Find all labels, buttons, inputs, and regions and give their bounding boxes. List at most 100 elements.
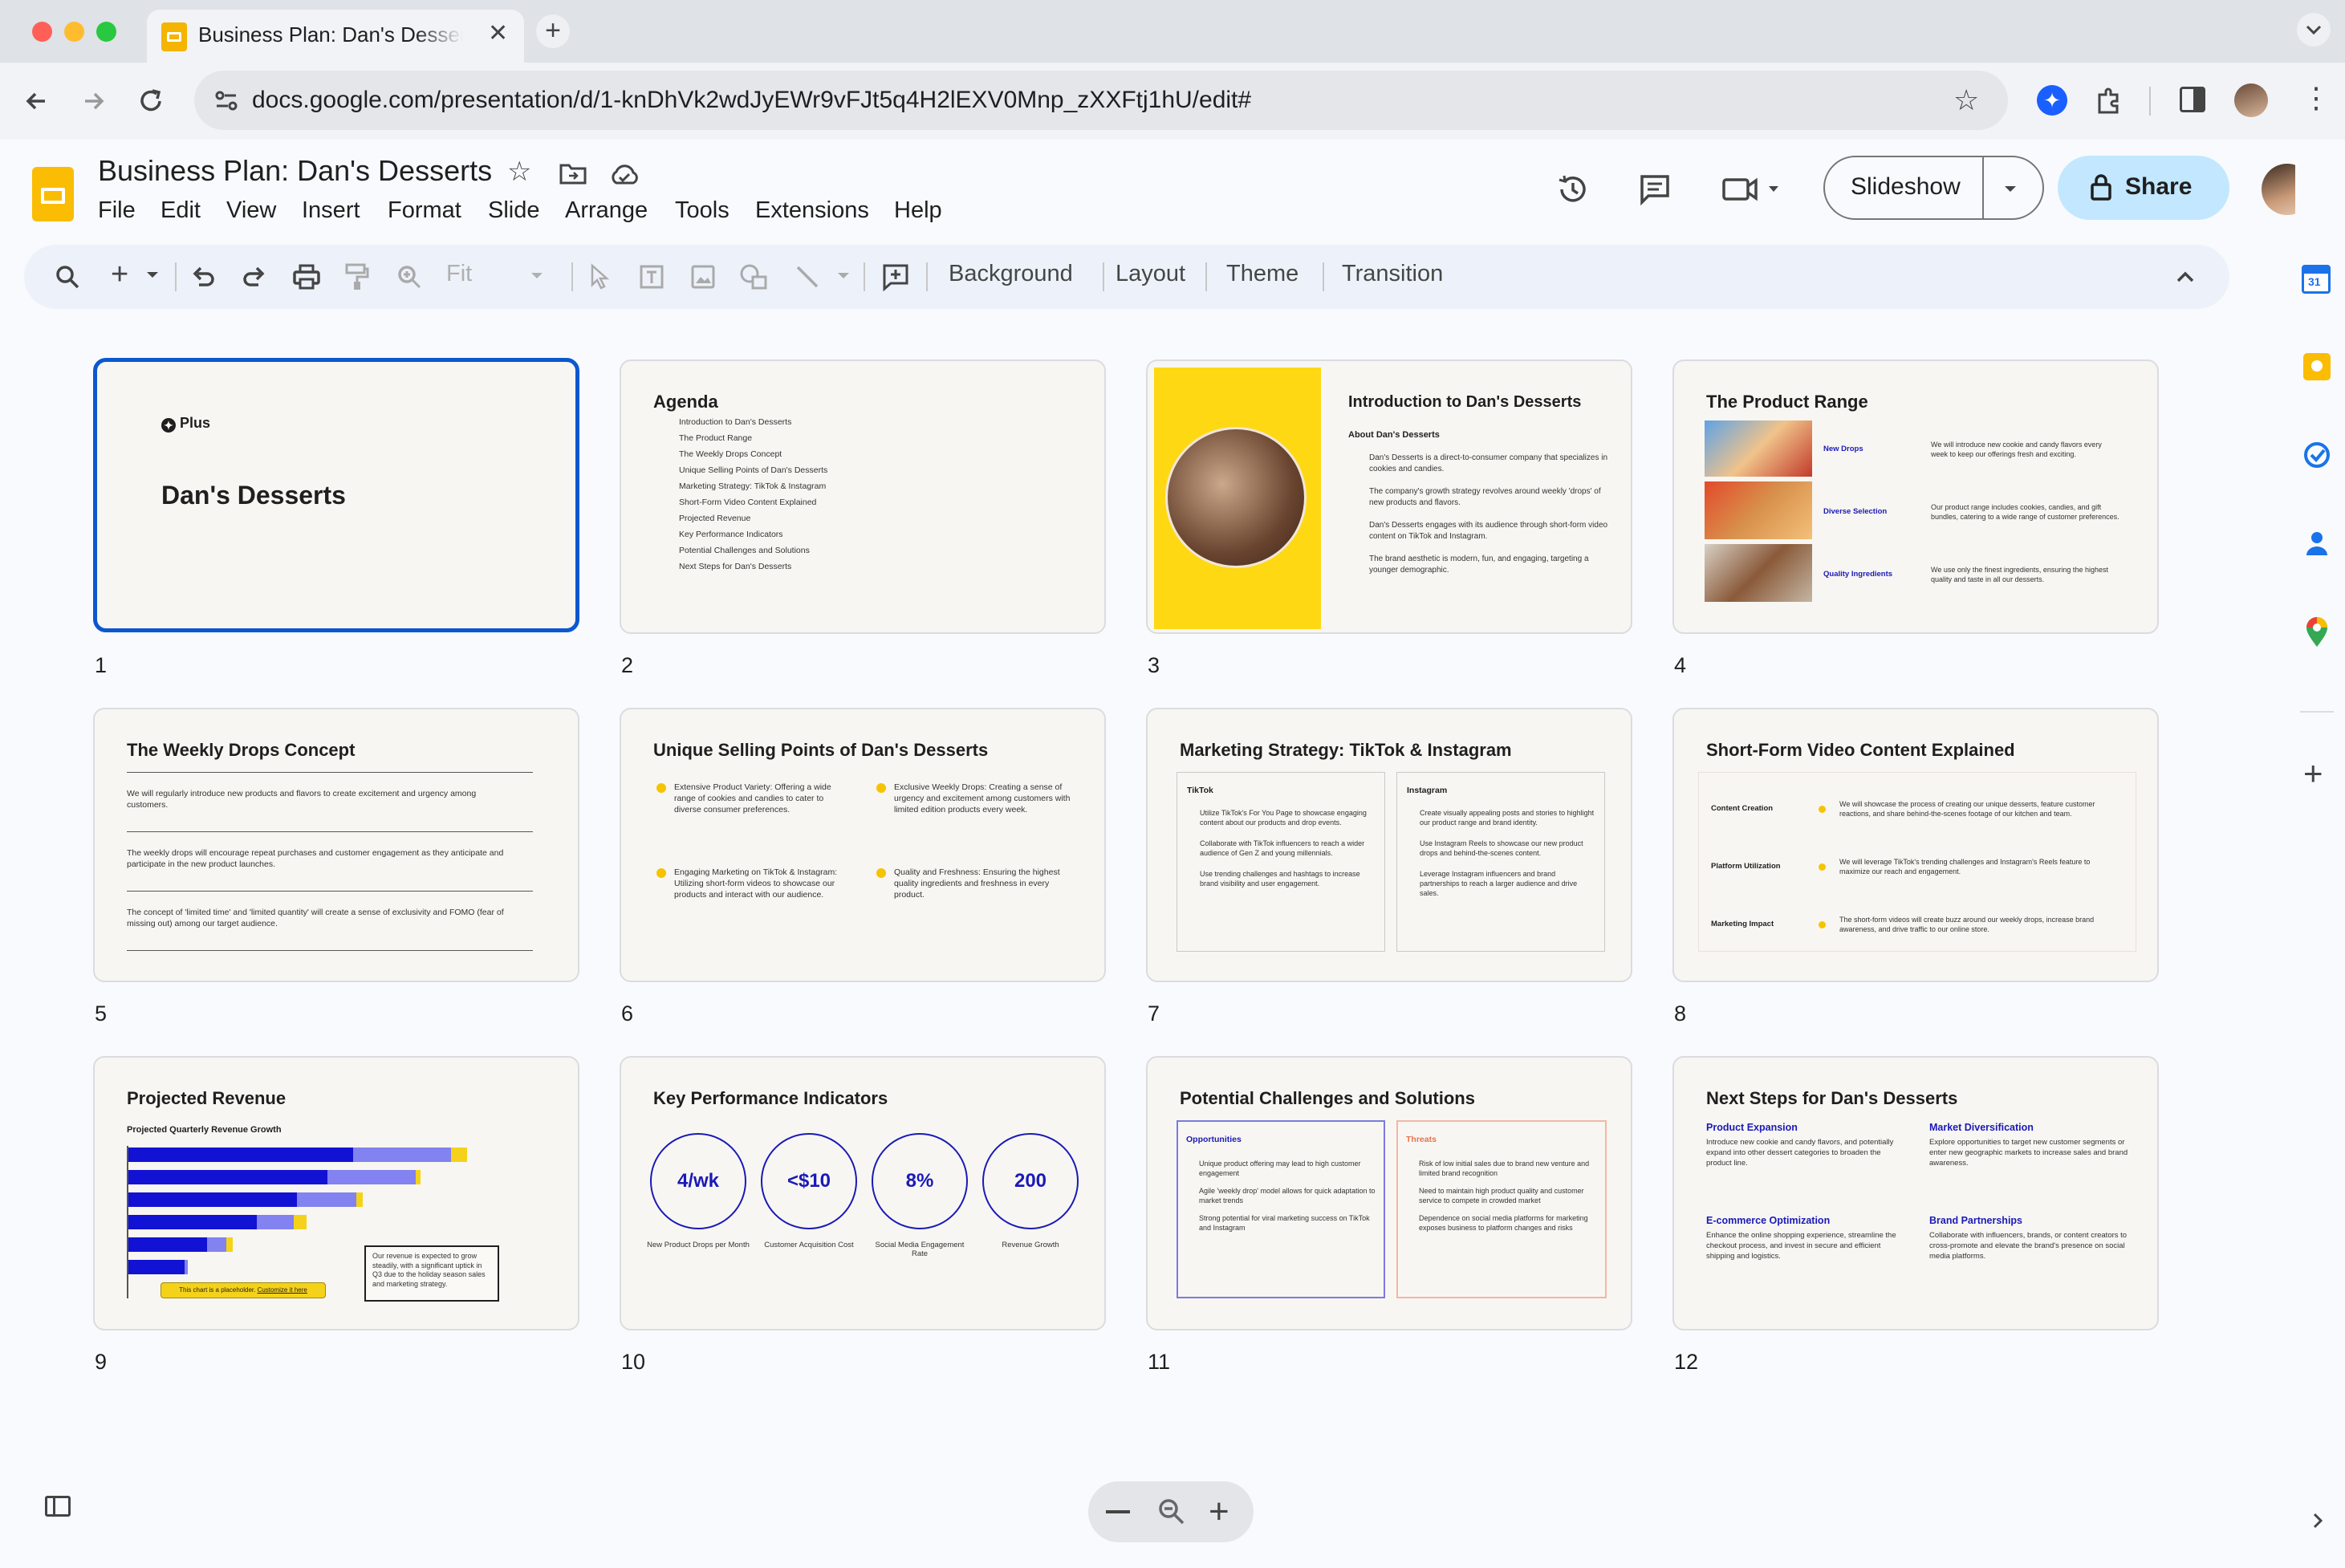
minimize-window-button[interactable] [64,22,84,42]
keep-icon[interactable] [2303,353,2331,380]
address-bar[interactable]: docs.google.com/presentation/d/1-knDhVk2… [194,71,2008,130]
divider-line [127,891,533,892]
extension-icon[interactable]: ✦ [2037,85,2067,116]
theme-button[interactable]: Theme [1226,261,1298,287]
slide-thumbnail-7[interactable]: Marketing Strategy: TikTok & Instagram T… [1146,708,1632,982]
get-addons-icon[interactable]: + [2303,757,2323,790]
browser-tab-active[interactable]: Business Plan: Dan's Desserts ✕ [147,10,524,63]
slide-thumbnail-8[interactable]: Short-Form Video Content Explained Conte… [1672,708,2159,982]
close-tab-icon[interactable]: ✕ [488,19,508,47]
threat-bullet: Dependence on social media platforms for… [1419,1214,1588,1233]
background-button[interactable]: Background [949,261,1073,287]
zoom-reset-icon[interactable] [1156,1496,1188,1532]
insert-image-icon[interactable] [689,262,717,295]
site-info-icon[interactable] [213,88,239,118]
menu-arrange[interactable]: Arrange [565,197,648,224]
slide-thumbnail-10[interactable]: Key Performance Indicators 4/wk New Prod… [620,1056,1106,1330]
slide-thumbnail-11[interactable]: Potential Challenges and Solutions Oppor… [1146,1056,1632,1330]
line-icon[interactable] [793,262,822,295]
slide-thumbnail-6[interactable]: Unique Selling Points of Dan's Desserts … [620,708,1106,982]
new-tab-button[interactable]: + [536,14,570,48]
slideshow-dropdown-icon[interactable] [1998,177,2022,205]
extensions-puzzle-icon[interactable] [2093,85,2125,121]
line-dropdown-icon[interactable] [835,267,852,289]
redo-icon[interactable] [241,262,268,294]
slide-thumbnail-5[interactable]: The Weekly Drops Concept We will regular… [93,708,579,982]
slide-thumbnail-12[interactable]: Next Steps for Dan's Desserts Product Ex… [1672,1056,2159,1330]
layout-button[interactable]: Layout [1116,261,1185,287]
slide-thumbnail-4[interactable]: The Product Range New Drops We will intr… [1672,360,2159,634]
slide-thumbnail-9[interactable]: Projected Revenue Projected Quarterly Re… [93,1056,579,1330]
revenue-bar [128,1237,207,1252]
contacts-icon[interactable] [2302,528,2332,563]
tab-search-button[interactable] [2297,13,2331,47]
add-comment-icon[interactable] [881,262,910,295]
comments-icon[interactable] [1637,172,1672,211]
instagram-bullet: Leverage Instagram influencers and brand… [1420,870,1578,898]
slide-thumbnail-2[interactable]: Agenda Introduction to Dan's Desserts Th… [620,360,1106,634]
zoom-dropdown-icon[interactable] [528,267,546,289]
transition-button[interactable]: Transition [1342,261,1443,287]
maximize-window-button[interactable] [96,22,116,42]
threats-box: Threats Risk of low initial sales due to… [1396,1120,1607,1298]
new-slide-dropdown-icon[interactable] [143,266,162,289]
collapse-toolbar-icon[interactable] [2172,264,2199,295]
side-panel-icon[interactable] [2180,87,2205,112]
slide-thumbnail-1[interactable]: ✦ Plus Dan's Desserts [93,358,579,632]
forward-icon[interactable] [77,85,109,121]
menu-edit[interactable]: Edit [161,197,201,224]
menu-tools[interactable]: Tools [675,197,730,224]
undo-icon[interactable] [189,262,217,294]
menu-help[interactable]: Help [894,197,942,224]
slide-thumbnail-3[interactable]: Introduction to Dan's Desserts About Dan… [1146,360,1632,634]
search-menus-icon[interactable] [53,262,82,295]
filmstrip-toggle-icon[interactable] [45,1496,71,1517]
browser-toolbar: docs.google.com/presentation/d/1-knDhVk2… [0,63,2345,140]
close-window-button[interactable] [32,22,52,42]
slideshow-button[interactable]: Slideshow [1823,156,2044,220]
document-title[interactable]: Business Plan: Dan's Desserts [98,154,492,188]
maps-icon[interactable] [2302,616,2332,652]
star-icon[interactable]: ☆ [507,156,531,188]
slide-number-7: 7 [1148,1001,1160,1026]
slides-logo-icon[interactable] [32,167,74,221]
expand-side-panel-icon[interactable] [2308,1509,2327,1537]
print-icon[interactable] [292,262,321,295]
browser-menu-icon[interactable]: ⋮ [2302,82,2331,114]
grid-zoom-controls: + [1088,1481,1254,1542]
slide10-title: Key Performance Indicators [653,1088,888,1108]
menu-view[interactable]: View [226,197,276,224]
meet-camera-icon[interactable] [1721,173,1782,209]
zoom-out-icon[interactable] [1106,1510,1130,1513]
grid-view: ✦ Plus Dan's Desserts 1 Agenda Introduct… [0,321,2295,1568]
menu-extensions[interactable]: Extensions [755,197,869,224]
customize-link[interactable]: Customize it here [258,1286,307,1294]
tasks-icon[interactable] [2302,440,2332,474]
share-button[interactable]: Share [2058,156,2229,220]
bookmark-star-icon[interactable]: ☆ [1953,83,1979,117]
sidebar-divider [2300,711,2334,713]
move-folder-icon[interactable] [559,162,587,190]
menu-slide[interactable]: Slide [488,197,540,224]
menu-insert[interactable]: Insert [302,197,360,224]
menu-file[interactable]: File [98,197,136,224]
paint-format-icon[interactable] [343,262,371,295]
calendar-icon[interactable]: 31 [2302,265,2331,294]
zoom-value[interactable]: Fit [446,261,472,287]
zoom-in-icon[interactable]: + [1209,1494,1229,1529]
revenue-bar-segment [226,1237,233,1252]
browser-profile-avatar[interactable] [2234,83,2268,117]
text-box-icon[interactable] [637,262,666,295]
select-cursor-icon[interactable] [587,262,612,295]
new-slide-icon[interactable]: + [111,258,128,292]
next-step-heading: E-commerce Optimization [1706,1215,1831,1226]
back-icon[interactable] [21,85,53,121]
version-history-icon[interactable] [1555,172,1591,211]
video-row-text: The short-form videos will create buzz a… [1839,916,2095,934]
revenue-bar-segment [356,1192,363,1207]
divider-line [127,950,533,951]
reload-icon[interactable] [135,85,167,121]
menu-format[interactable]: Format [388,197,461,224]
zoom-icon[interactable] [395,262,424,295]
shape-icon[interactable] [738,262,769,295]
